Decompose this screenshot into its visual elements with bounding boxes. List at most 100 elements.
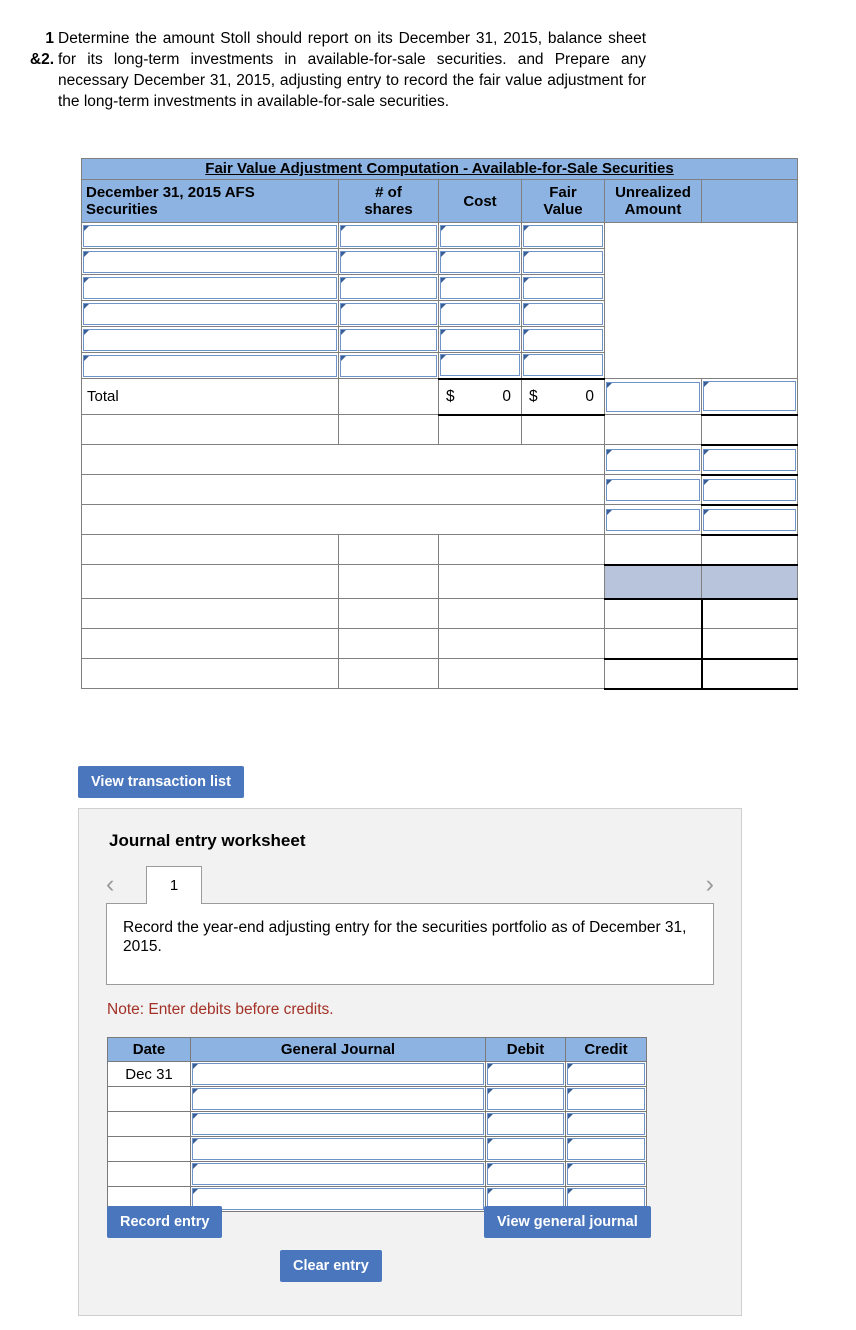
cost-input[interactable] [440,302,520,325]
gj-account-input[interactable] [192,1138,484,1160]
fair-value-input[interactable] [523,302,603,325]
unrealized-input[interactable] [606,478,700,501]
gj-cell-account[interactable] [190,1061,486,1087]
unrealized-total-input[interactable] [606,381,700,412]
highlighted-cell[interactable] [700,563,799,600]
shares-input[interactable] [340,302,437,325]
cell-fair-value[interactable] [521,222,605,249]
cost-input[interactable] [440,224,520,247]
shares-input[interactable] [340,328,437,351]
extra-input[interactable] [703,508,797,531]
fair-value-input[interactable] [523,250,603,273]
gj-cell-account[interactable] [190,1161,486,1187]
gj-cell-debit[interactable] [485,1111,566,1137]
gj-cell-account[interactable] [190,1136,486,1162]
gj-account-input[interactable] [192,1163,484,1185]
cost-input[interactable] [440,328,520,351]
cell-extra-input[interactable] [700,474,799,506]
cell-fair-value[interactable] [521,352,605,379]
cell-shares[interactable] [338,222,439,249]
cell-security-name[interactable] [81,222,339,249]
cell-shares[interactable] [338,274,439,301]
gj-cell-date[interactable]: Dec 31 [107,1061,191,1087]
gj-debit-input[interactable] [487,1113,564,1135]
cell-cost[interactable] [438,300,522,327]
extra-input[interactable] [703,448,797,471]
unrealized-input[interactable] [606,508,700,531]
cell-unrealized-total[interactable] [604,378,702,415]
gj-account-input[interactable] [192,1088,484,1110]
cell-cost[interactable] [438,222,522,249]
cell-extra-input[interactable] [700,444,799,476]
shares-input[interactable] [340,276,437,299]
gj-debit-input[interactable] [487,1088,564,1110]
gj-credit-input[interactable] [567,1063,645,1085]
gj-cell-debit[interactable] [485,1086,566,1112]
security-name-input[interactable] [83,354,337,377]
gj-cell-account[interactable] [190,1186,486,1212]
fair-value-input[interactable] [523,224,603,247]
gj-credit-input[interactable] [567,1138,645,1160]
shares-input[interactable] [340,354,437,377]
gj-cell-account[interactable] [190,1086,486,1112]
view-general-journal-button[interactable]: View general journal [484,1206,651,1238]
cell-extra-total[interactable] [700,378,799,416]
chevron-right-icon[interactable]: › [706,872,714,897]
cell-cost[interactable] [438,248,522,275]
extra-total-input[interactable] [703,381,797,412]
gj-cell-credit[interactable] [565,1136,647,1162]
fair-value-input[interactable] [523,328,603,351]
gj-cell-credit[interactable] [565,1086,647,1112]
gj-account-input[interactable] [192,1063,484,1085]
cell-unrealized-input[interactable] [604,444,702,475]
security-name-input[interactable] [83,250,337,273]
record-entry-button[interactable]: Record entry [107,1206,223,1238]
cell-shares[interactable] [338,352,439,379]
cell-security-name[interactable] [81,352,339,379]
cell-fair-value[interactable] [521,300,605,327]
cell-cost[interactable] [438,352,522,379]
security-name-input[interactable] [83,276,337,299]
gj-credit-input[interactable] [567,1088,645,1110]
cost-input[interactable] [440,276,520,299]
highlighted-cell[interactable] [604,563,702,600]
cell-security-name[interactable] [81,326,339,353]
gj-cell-debit[interactable] [485,1161,566,1187]
security-name-input[interactable] [83,302,337,325]
security-name-input[interactable] [83,328,337,351]
extra-input[interactable] [703,478,797,501]
cell-security-name[interactable] [81,300,339,327]
cell-unrealized-input[interactable] [604,504,702,535]
fair-value-input[interactable] [523,354,603,377]
cell-unrealized-input[interactable] [604,474,702,505]
cell-shares[interactable] [338,248,439,275]
gj-cell-account[interactable] [190,1111,486,1137]
gj-cell-debit[interactable] [485,1061,566,1087]
view-transaction-list-button[interactable]: View transaction list [78,766,244,798]
gj-credit-input[interactable] [567,1163,645,1185]
cell-fair-value[interactable] [521,248,605,275]
unrealized-input[interactable] [606,448,700,471]
cell-shares[interactable] [338,300,439,327]
gj-cell-credit[interactable] [565,1111,647,1137]
cell-fair-value[interactable] [521,274,605,301]
gj-account-input[interactable] [192,1113,484,1135]
gj-cell-date[interactable] [107,1136,191,1162]
gj-debit-input[interactable] [487,1063,564,1085]
cell-security-name[interactable] [81,274,339,301]
cell-extra-input[interactable] [700,504,799,536]
cost-input[interactable] [440,354,520,377]
worksheet-tab-1[interactable]: 1 [146,866,202,904]
cell-security-name[interactable] [81,248,339,275]
security-name-input[interactable] [83,224,337,247]
gj-debit-input[interactable] [487,1163,564,1185]
gj-account-input[interactable] [192,1188,484,1210]
cell-cost[interactable] [438,326,522,353]
gj-cell-date[interactable] [107,1111,191,1137]
shares-input[interactable] [340,250,437,273]
cell-cost[interactable] [438,274,522,301]
cost-input[interactable] [440,250,520,273]
clear-entry-button[interactable]: Clear entry [280,1250,382,1282]
cell-shares[interactable] [338,326,439,353]
gj-cell-credit[interactable] [565,1161,647,1187]
